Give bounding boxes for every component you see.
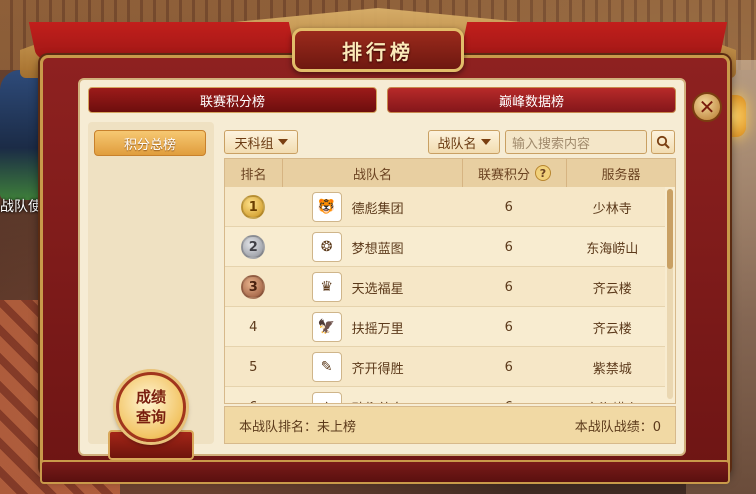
search-icon <box>656 135 670 149</box>
table-row[interactable]: 4 🦅 扶摇万里 6 齐云楼 <box>225 307 665 347</box>
team-cell: 🐯 德彪集团 <box>282 187 458 227</box>
server-cell: 东海崂山 <box>586 241 639 257</box>
scrollbar[interactable] <box>667 189 673 399</box>
table-row[interactable]: 3 ♛ 天选福星 6 齐云楼 <box>225 267 665 307</box>
column-header-points-label: 联赛积分 <box>477 167 530 183</box>
tab-league-points[interactable]: 联赛积分榜 <box>88 87 377 113</box>
mountain-emblem-icon: ⛰ <box>311 392 342 403</box>
points-cell: 6 <box>504 319 513 335</box>
server-cell: 东海崂山 <box>560 387 665 404</box>
team-name: 天选福星 <box>351 281 404 297</box>
search-button[interactable] <box>651 130 675 154</box>
points-cell: 6 <box>504 359 513 375</box>
table-row[interactable]: 1 🐯 德彪集团 6 少林寺 <box>225 187 665 227</box>
table-row[interactable]: 6⛰劲仰盖皇6东海崂山 <box>225 387 665 404</box>
search-field-dropdown[interactable]: 战队名 <box>428 130 500 154</box>
tab-peak-stats[interactable]: 巅峰数据榜 <box>387 87 676 113</box>
team-name: 德彪集团 <box>351 201 404 217</box>
silver-medal-icon: 2 <box>241 235 266 259</box>
team-cell: ✎ 齐开得胜 <box>282 347 458 387</box>
points-cell: 6 <box>458 387 560 404</box>
group-dropdown[interactable]: 天科组 <box>224 130 298 154</box>
column-header-rank: 排名 <box>225 159 283 187</box>
server-cell: 齐云楼 <box>592 321 632 337</box>
bronze-medal-icon: 3 <box>241 275 266 299</box>
team-name: 齐开得胜 <box>351 361 404 377</box>
server-cell: 少林寺 <box>592 201 632 217</box>
server-cell: 齐云楼 <box>592 281 632 297</box>
table-header: 排名 战队名 联赛积分 ? 服务器 <box>225 159 675 187</box>
close-icon: ✕ <box>698 95 716 119</box>
tiger-emblem-icon: 🐯 <box>311 192 342 222</box>
rank-cell: 6 <box>225 387 282 404</box>
team-name: 劲仰盖皇 <box>352 398 404 404</box>
team-name: 梦想蓝图 <box>351 241 404 257</box>
rank-cell: 5 <box>249 359 258 375</box>
search-field-value: 战队名 <box>437 136 477 152</box>
chevron-down-icon <box>480 139 491 145</box>
table-row[interactable]: 2 ❂ 梦想蓝图 6 东海崂山 <box>225 227 665 267</box>
scrollbar-thumb[interactable] <box>667 189 673 269</box>
team-cell: ♛ 天选福星 <box>282 267 458 307</box>
rank-cell: 4 <box>249 319 258 335</box>
team-cell: 🦅 扶摇万里 <box>282 307 458 347</box>
table-row[interactable]: 5 ✎ 齐开得胜 6 紫禁城 <box>225 347 665 387</box>
help-icon[interactable]: ? <box>535 165 551 181</box>
search-input[interactable]: 输入搜索内容 <box>505 130 647 154</box>
chevron-down-icon <box>277 139 288 145</box>
rank-cell: 1 <box>225 187 282 227</box>
column-header-server: 服务器 <box>601 167 641 183</box>
points-cell: 6 <box>504 239 513 255</box>
gold-medal-icon: 1 <box>241 195 266 219</box>
phoenix-emblem-icon: 🦅 <box>311 312 342 342</box>
my-team-rank: 本战队排名：未上榜 <box>239 419 357 435</box>
window-title: 排行榜 <box>342 39 414 64</box>
score-query-label: 成绩查询 <box>135 388 166 426</box>
score-query-button[interactable]: 成绩查询 <box>116 372 186 442</box>
tab-bar: 联赛积分榜 巅峰数据榜 <box>88 87 676 113</box>
sidebar-item-total-points[interactable]: 积分总榜 <box>94 130 206 156</box>
table-footer: 本战队排名：未上榜 本战队战绩：0 <box>224 406 676 444</box>
close-button[interactable]: ✕ <box>692 92 722 122</box>
my-team-record: 本战队战绩：0 <box>574 419 661 435</box>
points-cell: 6 <box>504 199 513 215</box>
server-cell: 紫禁城 <box>592 361 632 377</box>
frame-bottom-bar <box>40 460 730 484</box>
team-cell: ⛰ 劲仰盖皇 <box>282 387 458 404</box>
team-name: 扶摇万里 <box>351 321 404 337</box>
ranking-table: 排名 战队名 联赛积分 ? 服务器 1 🐯 德彪集团 6 少林寺 2 ❂ 梦想蓝图 6 东海崂山 3… <box>224 158 676 404</box>
rank-cell: 3 <box>225 267 282 307</box>
column-header-team: 战队名 <box>283 159 463 187</box>
title-plate: 排行榜 <box>292 28 464 72</box>
blue-crest-emblem-icon: ❂ <box>311 232 342 262</box>
ink-seal-emblem-icon: ✎ <box>311 352 342 382</box>
gold-fortune-emblem-icon: ♛ <box>311 272 342 302</box>
points-cell: 6 <box>504 279 513 295</box>
rank-cell: 2 <box>225 227 282 267</box>
group-dropdown-value: 天科组 <box>234 136 274 152</box>
column-header-points: 联赛积分 ? <box>463 159 567 187</box>
team-cell: ❂ 梦想蓝图 <box>282 227 458 267</box>
